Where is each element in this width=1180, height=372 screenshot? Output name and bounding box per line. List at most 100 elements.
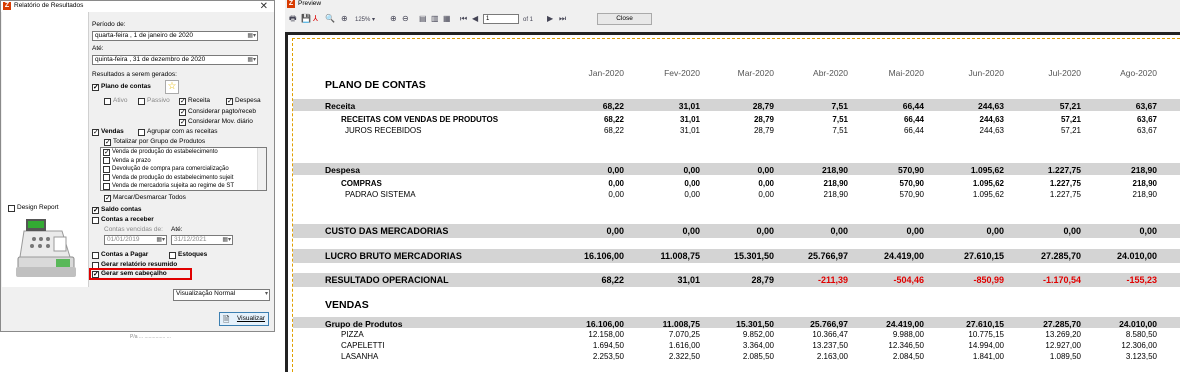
zoom-out-icon[interactable]: ⊖ [402,13,409,24]
passivo-option[interactable]: Passivo [138,97,170,105]
custo-value: 0,00 [1139,226,1157,236]
date-vencidas-to[interactable]: 31/12/2021 ▦▾ [171,235,233,245]
list-item[interactable]: Venda de produção do estabelecimento suj… [101,174,266,183]
padrao-value: 570,90 [899,190,924,199]
juros-value: 57,21 [1060,126,1081,135]
contas-pagar-option[interactable]: Contas a Pagar [92,251,148,259]
plano-contas-option[interactable]: Plano de contas [92,83,151,91]
estoques-option[interactable]: Estoques [169,251,207,259]
despesa-value: 218,90 [822,165,848,175]
despesa-checkbox[interactable] [226,97,233,105]
grupo-value: 25.766,97 [810,319,848,329]
last-page-icon[interactable]: ⏭ [559,13,566,24]
ativo-option[interactable]: Ativo [104,97,127,105]
design-report-checkbox[interactable] [8,204,15,212]
calendar-icon[interactable]: ▦▾ [222,236,231,244]
prev-page-icon[interactable]: ◀ [472,13,478,24]
find-icon[interactable]: 🔍 [325,13,335,24]
marcar-option[interactable]: Marcar/Desmarcar Todos [104,194,186,202]
visualizar-button[interactable]: 🗎 Visualizar [219,312,269,326]
design-report-label: Design Report [17,204,59,211]
contas-receber-checkbox[interactable] [92,216,99,224]
marcar-checkbox[interactable] [104,194,111,202]
receita-value: 63,67 [1135,101,1157,111]
page-thumb-icon[interactable]: ▦ [443,13,451,24]
receita-option[interactable]: Receita [179,97,210,105]
pagto-checkbox[interactable] [179,108,186,116]
sem-cabecalho-option[interactable]: Gerar sem cabeçalho [92,270,167,278]
close-icon[interactable]: ✕ [260,1,268,12]
date-to-picker[interactable]: quinta-feira , 31 de dezembro de 2020 ▦▾ [92,55,258,65]
zoom-icon[interactable]: ⊕ [341,13,348,24]
ativo-checkbox[interactable] [104,97,111,105]
visualizacao-select[interactable]: Visualização Normal ▾ [173,289,270,301]
list-scrollbar[interactable] [257,148,266,190]
zoom-select[interactable]: 125% ▾ [355,15,375,26]
list-item-checkbox[interactable] [103,165,110,173]
calendar-icon[interactable]: ▦▾ [247,56,256,64]
next-page-icon[interactable]: ▶ [547,13,553,24]
month-header: Jan-2020 [588,68,624,78]
totalizar-option[interactable]: Totalizar por Grupo de Produtos [104,138,205,146]
resultado-value: 68,22 [601,275,624,285]
month-header: Mar-2020 [737,68,774,78]
sem-cabecalho-checkbox[interactable] [92,270,99,278]
padrao-value: 0,00 [608,190,624,199]
sem-cabecalho-label: Gerar sem cabeçalho [101,270,167,277]
list-item[interactable]: Venda a prazo [101,157,266,166]
zoom-in-icon[interactable]: ⊕ [390,13,397,24]
vendas-option[interactable]: Vendas [92,128,124,136]
list-item[interactable]: Venda de produção do estabelecimento [101,148,266,157]
saldo-checkbox[interactable] [92,206,99,214]
preview-window: Z Preview 🖶 💾 ⅄ 🔍 ⊕ 125% ▾ ⊕ ⊖ ▤ ▥ ▦ ⏮ ◀… [285,0,1180,372]
totalizar-checkbox[interactable] [104,138,111,146]
compras-value: 0,00 [608,179,624,188]
save-icon[interactable]: 💾 [301,13,311,24]
first-page-icon[interactable]: ⏮ [460,13,467,24]
pizza-value: 13.269,20 [1045,330,1081,339]
month-header: Mai-2020 [888,68,924,78]
passivo-checkbox[interactable] [138,97,145,105]
estoques-checkbox[interactable] [169,251,176,259]
mov-checkbox[interactable] [179,118,186,126]
design-report-option[interactable]: Design Report [8,204,59,212]
pagto-option[interactable]: Considerar pagto/receb [179,108,256,116]
contas-receber-option[interactable]: Contas a receber [92,216,154,224]
contas-pagar-checkbox[interactable] [92,251,99,259]
pdf-icon[interactable]: ⅄ [313,13,318,24]
date-vencidas-from-value: 01/01/2019 [107,236,140,243]
mov-option[interactable]: Considerar Mov. diário [179,118,253,126]
list-item[interactable]: Venda de mercadoria sujeita ao regime de… [101,182,266,191]
list-item-checkbox[interactable] [103,157,110,165]
page-multi-icon[interactable]: ▥ [431,13,439,24]
list-item[interactable]: Devolução de compra para comercialização [101,165,266,174]
rcv-value: 66,44 [903,115,924,124]
agrupar-checkbox[interactable] [138,128,145,136]
calendar-icon[interactable]: ▦▾ [156,236,165,244]
date-vencidas-from[interactable]: 01/01/2019 ▦▾ [104,235,167,245]
page-of-label: of 1 [523,17,534,23]
preview-toolbar: 🖶 💾 ⅄ 🔍 ⊕ 125% ▾ ⊕ ⊖ ▤ ▥ ▦ ⏮ ◀ 1 of 1 ▶ … [285,12,1180,27]
receita-checkbox[interactable] [179,97,186,105]
chevron-down-icon[interactable]: ▾ [265,290,268,298]
despesa-option[interactable]: Despesa [226,97,261,105]
vendas-list[interactable]: Venda de produção do estabelecimento Ven… [100,147,267,191]
grupo-value: 24.419,00 [886,319,924,329]
rcv-value: 57,21 [1060,115,1081,124]
close-button[interactable]: Close [597,13,652,25]
plano-checkbox[interactable] [92,83,99,91]
section-title: VENDAS [325,299,369,311]
calendar-icon[interactable]: ▦▾ [247,32,256,40]
list-item-checkbox[interactable] [103,148,110,156]
list-item-checkbox[interactable] [103,182,110,190]
favorite-star-icon[interactable]: ☆ [165,80,179,94]
print-icon[interactable]: 🖶 [289,13,297,24]
date-from-picker[interactable]: quarta-feira , 1 de janeiro de 2020 ▦▾ [92,31,258,41]
page-single-icon[interactable]: ▤ [419,13,427,24]
vendas-checkbox[interactable] [92,128,99,136]
resultado-value: -155,23 [1126,275,1157,285]
saldo-option[interactable]: Saldo contas [92,206,141,214]
agrupar-option[interactable]: Agrupar com as receitas [138,128,217,136]
list-item-checkbox[interactable] [103,174,110,182]
page-number-input[interactable]: 1 [483,14,519,24]
